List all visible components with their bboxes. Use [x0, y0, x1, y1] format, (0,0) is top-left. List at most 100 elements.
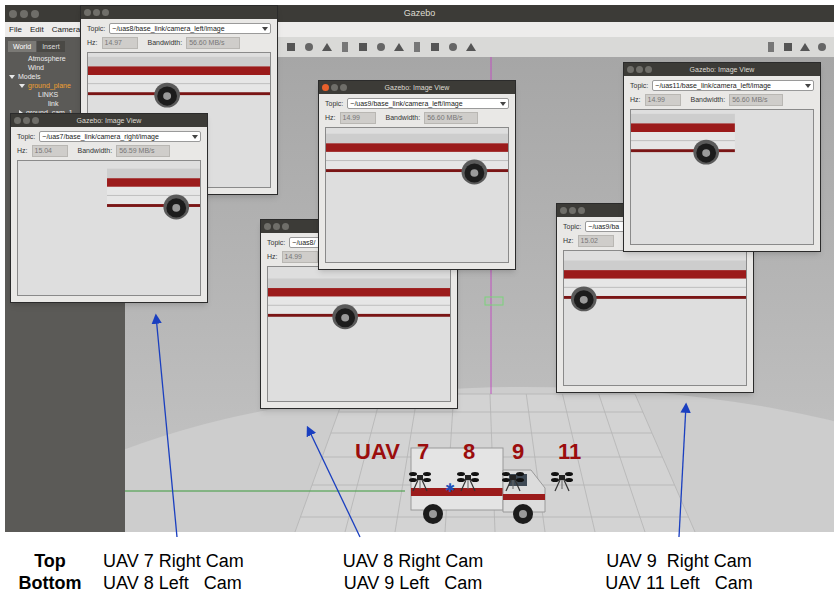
hz-field: 14.99 [282, 251, 318, 263]
toolbar-icon[interactable] [375, 41, 387, 53]
bandwidth-label: Bandwidth: [691, 95, 726, 104]
toolbar-icon[interactable] [411, 41, 423, 53]
topic-select[interactable]: ~/uas7/base_link/camera_right/image [39, 131, 201, 142]
toolbar-icon[interactable] [357, 41, 369, 53]
toolbar-icon[interactable] [816, 41, 828, 53]
image-area [563, 250, 747, 386]
bandwidth-label: Bandwidth: [78, 146, 113, 155]
svg-text:✱: ✱ [445, 481, 455, 495]
maximize-button[interactable] [282, 223, 289, 230]
uav-label: 9 [512, 440, 524, 464]
toolbar-icon[interactable] [285, 41, 297, 53]
close-button[interactable] [264, 223, 271, 230]
toolbar-icon[interactable] [429, 41, 441, 53]
page: GazeboFileEditCameraWorldInsertAtmospher… [0, 0, 839, 600]
topic-label: Topic: [563, 222, 581, 231]
toolbar-icon[interactable] [321, 41, 333, 53]
bandwidth-label: Bandwidth: [148, 38, 183, 47]
camera-image [326, 128, 508, 262]
image-view-title: Gazebo: Image View [354, 83, 480, 92]
drone-icon [501, 469, 525, 493]
maximize-button[interactable] [32, 117, 39, 124]
topic-select[interactable]: ~/uas11/base_link/camera_left/image [652, 80, 814, 91]
toolbar-icon[interactable] [393, 41, 405, 53]
bandwidth-field: 56.60 MB/s [424, 112, 478, 124]
image-view-titlebar[interactable]: Gazebo: Image View [624, 63, 820, 76]
topic-select[interactable]: ~/uas8/base_link/camera_left/image [109, 23, 271, 34]
close-button[interactable] [14, 117, 21, 124]
close-button[interactable] [560, 207, 567, 214]
toolbar-icon[interactable] [339, 41, 351, 53]
drone-icon [456, 469, 480, 493]
camera-image [631, 110, 813, 244]
image-view-window[interactable]: Gazebo: Image View Topic: ~/uas7/base_link… [10, 113, 208, 303]
image-view-title: Gazebo: Image View [659, 65, 785, 74]
minimize-button[interactable] [331, 84, 338, 91]
image-view-title: Gazebo: Image View [46, 116, 172, 125]
topic-label: Topic: [267, 238, 285, 247]
menu-item[interactable]: Edit [30, 25, 44, 35]
toolbar-icon[interactable] [447, 41, 459, 53]
minimize-button[interactable] [93, 9, 100, 16]
captions: TopBottomUAV 7 Right CamUAV 8 Left CamUA… [5, 550, 834, 594]
menu-item[interactable]: File [9, 25, 22, 35]
topic-row: Topic: ~/uas7/base_link/camera_right/imag… [11, 127, 207, 143]
toolbar-icon[interactable] [799, 41, 811, 53]
minimize-button[interactable] [23, 117, 30, 124]
close-button[interactable] [627, 66, 634, 73]
topic-row: Topic: ~/uas8/base_link/camera_left/image [81, 19, 277, 35]
image-area [267, 266, 451, 402]
bandwidth-field: 56.60 MB/s [186, 37, 240, 49]
uav-label: 11 [558, 440, 581, 464]
minimize-button[interactable] [273, 223, 280, 230]
dropdown-arrow-icon [262, 27, 268, 31]
caption-column: UAV 8 Right CamUAV 9 Left Cam [295, 550, 531, 594]
menu-item[interactable]: Camera [52, 25, 80, 35]
bandwidth-field: 56.60 MB/s [729, 94, 783, 106]
hz-row: Hz:14.99Bandwidth:56.60 MB/s [624, 92, 820, 107]
panel-tab[interactable]: World [8, 41, 36, 52]
toolbar-icon[interactable] [765, 41, 777, 53]
toolbar-icon[interactable] [782, 41, 794, 53]
caption-column: UAV 7 Right CamUAV 8 Left Cam [95, 550, 295, 594]
toolbar-icon[interactable] [465, 41, 477, 53]
dropdown-arrow-icon [500, 102, 506, 106]
uav-label: 8 [463, 440, 475, 464]
topic-row: Topic:~/uas11/base_link/camera_left/imag… [624, 76, 820, 92]
image-view-window[interactable]: Gazebo: Image View Topic:~/uas11/base_lin… [623, 62, 821, 252]
image-view-titlebar[interactable] [81, 6, 277, 19]
drone-icon [550, 469, 574, 493]
maximize-button[interactable] [102, 9, 109, 16]
minimize-button[interactable] [569, 207, 576, 214]
maximize-button[interactable] [578, 207, 585, 214]
caption-column: UAV 9 Right CamUAV 11 Left Cam [531, 550, 827, 594]
topic-label: Topic: [17, 132, 35, 141]
maximize-button[interactable] [31, 10, 39, 18]
panel-tab[interactable]: Insert [37, 41, 65, 52]
hz-field: 15.02 [578, 235, 614, 247]
hz-field: 14.99 [340, 112, 376, 124]
arrow-icon [679, 405, 686, 537]
close-button[interactable] [9, 10, 17, 18]
maximize-button[interactable] [645, 66, 652, 73]
hz-row: Hz:14.99Bandwidth:56.60 MB/s [319, 110, 515, 125]
topic-label: Topic: [87, 24, 105, 33]
topic-label: Topic: [325, 99, 343, 108]
close-button[interactable] [322, 84, 329, 91]
image-view-window[interactable]: Gazebo: Image View Topic: ~/uas9/base_link… [318, 80, 516, 270]
minimize-button[interactable] [636, 66, 643, 73]
hz-label: Hz: [17, 146, 28, 155]
hz-row: Hz:14.97Bandwidth:56.60 MB/s [81, 35, 277, 50]
expanded-arrow-icon[interactable] [9, 75, 15, 79]
toolbar-icon[interactable] [303, 41, 315, 53]
close-button[interactable] [84, 9, 91, 16]
minimize-button[interactable] [20, 10, 28, 18]
bandwidth-label: Bandwidth: [386, 113, 421, 122]
image-view-titlebar[interactable]: Gazebo: Image View [319, 81, 515, 94]
expanded-arrow-icon[interactable] [19, 84, 25, 88]
topic-select[interactable]: ~/uas9/base_link/camera_left/image [347, 98, 509, 109]
camera-image [564, 251, 746, 385]
topic-row: Topic: ~/uas9/base_link/camera_left/image [319, 94, 515, 110]
maximize-button[interactable] [340, 84, 347, 91]
image-view-titlebar[interactable]: Gazebo: Image View [11, 114, 207, 127]
